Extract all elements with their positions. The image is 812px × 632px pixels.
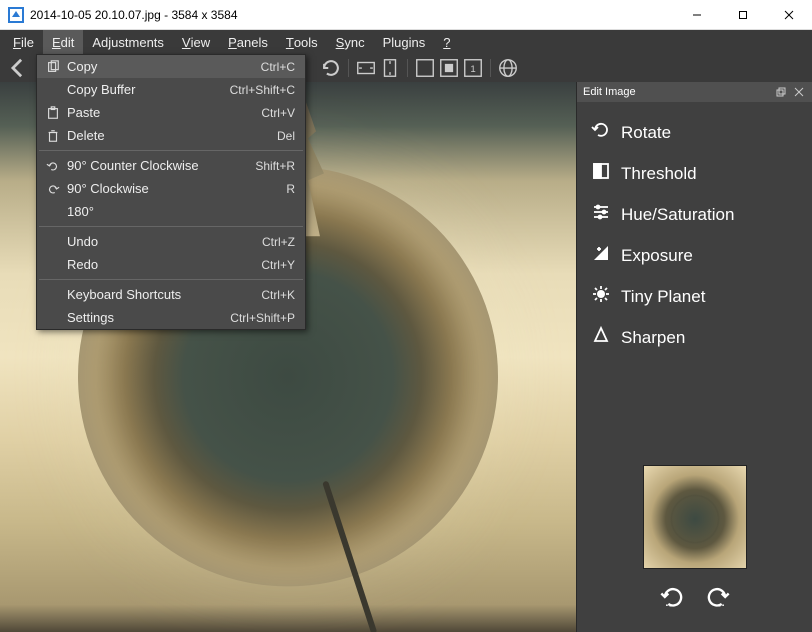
menu-item-label: Settings (63, 310, 230, 325)
op-label: Exposure (621, 246, 693, 266)
menu-item-shortcut: Ctrl+Shift+P (230, 311, 295, 325)
op-tiny-planet[interactable]: Tiny Planet (585, 276, 804, 317)
paste-icon (43, 106, 63, 120)
hue-icon (591, 202, 611, 227)
edit-image-panel: Edit Image Rotate Threshold Hue/Saturation… (576, 82, 812, 632)
back-button[interactable] (6, 57, 28, 79)
menu-item-shortcut: Ctrl+V (261, 106, 295, 120)
menu-item-paste[interactable]: PasteCtrl+V (37, 101, 305, 124)
menu-item-label: Keyboard Shortcuts (63, 287, 261, 302)
window-title: 2014-10-05 20.10.07.jpg - 3584 x 3584 (30, 8, 674, 22)
svg-text:1: 1 (470, 64, 475, 75)
exposure-icon (591, 243, 611, 268)
menu-item-copy-buffer[interactable]: Copy BufferCtrl+Shift+C (37, 78, 305, 101)
panel-title: Edit Image (583, 86, 636, 98)
panel-body: Rotate Threshold Hue/Saturation Exposure Tin… (577, 102, 812, 455)
rotate-icon (591, 120, 611, 145)
menu-adjustments[interactable]: Adjustments (83, 30, 173, 54)
edit-menu-dropdown: CopyCtrl+CCopy BufferCtrl+Shift+CPasteCt… (36, 54, 306, 330)
menu-item-shortcut: Ctrl+Shift+C (230, 83, 295, 97)
menu-item-90-clockwise[interactable]: 90° ClockwiseR (37, 177, 305, 200)
delete-icon (43, 129, 63, 143)
toolbar-separator (490, 59, 491, 77)
refresh-icon[interactable] (320, 57, 342, 79)
threshold-icon (591, 161, 611, 186)
op-label: Sharpen (621, 328, 685, 348)
menu-item-shortcut: Ctrl+C (261, 60, 295, 74)
copy-icon (43, 60, 63, 74)
menu-item-label: 180° (63, 204, 295, 219)
fit-height-icon[interactable] (379, 57, 401, 79)
menu-panels[interactable]: Panels (219, 30, 277, 54)
menu-file[interactable]: File (4, 30, 43, 54)
menu-item-shortcut: Del (277, 129, 295, 143)
menu-separator (39, 150, 303, 151)
menu-item-shortcut: Shift+R (255, 159, 295, 173)
toolbar-separator (407, 59, 408, 77)
op-rotate[interactable]: Rotate (585, 112, 804, 153)
sharpen-icon (591, 325, 611, 350)
menu-item-copy[interactable]: CopyCtrl+C (37, 55, 305, 78)
close-button[interactable] (766, 0, 812, 30)
minimize-button[interactable] (674, 0, 720, 30)
op-label: Hue/Saturation (621, 205, 734, 225)
panel-header: Edit Image (577, 82, 812, 102)
op-label: Rotate (621, 123, 671, 143)
menu-separator (39, 226, 303, 227)
maximize-button[interactable] (720, 0, 766, 30)
planet-icon (591, 284, 611, 309)
rotcw-icon (43, 182, 63, 196)
op-label: Tiny Planet (621, 287, 705, 307)
menu-item-label: 90° Clockwise (63, 181, 286, 196)
menu-item-keyboard-shortcuts[interactable]: Keyboard ShortcutsCtrl+K (37, 283, 305, 306)
menubar: FileEditAdjustmentsViewPanelsToolsSyncPl… (0, 30, 812, 54)
menu-tools[interactable]: Tools (277, 30, 327, 54)
menu-item-label: Undo (63, 234, 262, 249)
panel-close-icon[interactable] (792, 86, 806, 98)
menu-item-redo[interactable]: RedoCtrl+Y (37, 253, 305, 276)
menu-edit[interactable]: Edit (43, 30, 83, 54)
menu-item-shortcut: Ctrl+K (261, 288, 295, 302)
menu-view[interactable]: View (173, 30, 219, 54)
op-hue-saturation[interactable]: Hue/Saturation (585, 194, 804, 235)
panel-undock-icon[interactable] (774, 86, 788, 98)
menu-item-settings[interactable]: SettingsCtrl+Shift+P (37, 306, 305, 329)
menu-sync[interactable]: Sync (327, 30, 374, 54)
fit-width-icon[interactable] (355, 57, 377, 79)
actual-size-icon[interactable] (438, 57, 460, 79)
op-threshold[interactable]: Threshold (585, 153, 804, 194)
rotate-cw-button[interactable] (703, 583, 731, 614)
fullscreen-icon[interactable] (414, 57, 436, 79)
menu-item-label: 90° Counter Clockwise (63, 158, 255, 173)
toolbar-separator (348, 59, 349, 77)
menu-item-undo[interactable]: UndoCtrl+Z (37, 230, 305, 253)
menu-item-180-[interactable]: 180° (37, 200, 305, 223)
globe-icon[interactable] (497, 57, 519, 79)
menu-separator (39, 279, 303, 280)
window-titlebar: 2014-10-05 20.10.07.jpg - 3584 x 3584 (0, 0, 812, 30)
rotate-ccw-button[interactable] (659, 583, 687, 614)
op-exposure[interactable]: Exposure (585, 235, 804, 276)
preview-thumbnail[interactable] (643, 465, 747, 569)
menu-item-label: Copy Buffer (63, 82, 230, 97)
op-sharpen[interactable]: Sharpen (585, 317, 804, 358)
menu-item-shortcut: Ctrl+Y (261, 258, 295, 272)
panel-footer (577, 455, 812, 632)
menu-item-label: Copy (63, 59, 261, 74)
app-icon (8, 7, 24, 23)
window-buttons (674, 0, 812, 30)
onetoone-icon[interactable]: 1 (462, 57, 484, 79)
menu-item-label: Paste (63, 105, 261, 120)
menu-item-label: Redo (63, 257, 261, 272)
menu-?[interactable]: ? (434, 30, 459, 54)
menu-item-label: Delete (63, 128, 277, 143)
menu-plugins[interactable]: Plugins (374, 30, 435, 54)
menu-item-delete[interactable]: DeleteDel (37, 124, 305, 147)
op-label: Threshold (621, 164, 697, 184)
rotccw-icon (43, 159, 63, 173)
menu-item-shortcut: Ctrl+Z (262, 235, 295, 249)
menu-item-90-counter-clockwise[interactable]: 90° Counter ClockwiseShift+R (37, 154, 305, 177)
menu-item-shortcut: R (286, 182, 295, 196)
